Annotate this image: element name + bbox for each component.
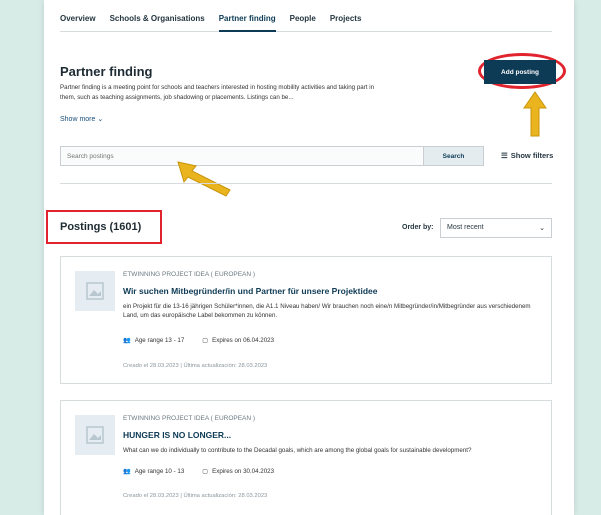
divider	[60, 183, 552, 184]
tab-projects[interactable]: Projects	[330, 10, 362, 32]
posting-text: ein Projekt für die 13-16 jährigen Schül…	[123, 303, 531, 319]
tab-partner-finding[interactable]: Partner finding	[218, 10, 276, 32]
show-filters-button[interactable]: ☰ Show filters	[501, 151, 553, 160]
expires: Expires on 06.04.2023	[212, 336, 275, 344]
arrow-pointer-icon	[523, 91, 547, 137]
page-description: Partner finding is a meeting point for s…	[60, 84, 375, 101]
show-more-link[interactable]: Show more ⌄	[60, 115, 103, 123]
posting-category: ETWINNING PROJECT IDEA ( EUROPEAN )	[123, 415, 256, 422]
chevron-down-icon: ⌄	[97, 116, 104, 123]
tab-overview[interactable]: Overview	[60, 10, 96, 32]
add-posting-button[interactable]: Add posting	[484, 60, 556, 84]
posting-card[interactable]: ETWINNING PROJECT IDEA ( EUROPEAN ) Wir …	[60, 256, 552, 384]
posting-meta: 👥 Age range 10 - 13 ▢ Expires on 30.04.202…	[123, 467, 275, 476]
image-placeholder-icon	[75, 271, 115, 311]
tab-bar: Overview Schools & Organisations Partner…	[60, 10, 552, 32]
search-button[interactable]: Search	[423, 147, 483, 165]
posting-footer: Creado el 28.03.2023 | Última actualizac…	[123, 363, 268, 369]
tab-schools[interactable]: Schools & Organisations	[110, 10, 205, 32]
tab-people[interactable]: People	[290, 10, 316, 32]
posting-meta: 👥 Age range 13 - 17 ▢ Expires on 06.04.202…	[123, 336, 275, 345]
page-title: Partner finding	[60, 64, 153, 79]
postings-count: Postings (1601)	[60, 221, 142, 233]
show-more-label: Show more	[60, 116, 96, 123]
people-icon: 👥	[123, 337, 131, 344]
expires: Expires on 30.04.2023	[212, 467, 275, 475]
calendar-icon: ▢	[202, 467, 209, 475]
main-panel: Overview Schools & Organisations Partner…	[44, 0, 574, 515]
posting-card[interactable]: ETWINNING PROJECT IDEA ( EUROPEAN ) HUNG…	[60, 400, 552, 515]
order-by-value: Most recent	[447, 224, 484, 231]
sliders-icon: ☰	[501, 151, 508, 160]
people-icon: 👥	[123, 468, 131, 475]
image-placeholder-icon	[75, 415, 115, 455]
search-bar: Search	[60, 146, 484, 166]
order-by-label: Order by:	[402, 224, 434, 231]
posting-title[interactable]: HUNGER IS NO LONGER...	[123, 430, 231, 440]
calendar-icon: ▢	[202, 336, 209, 344]
chevron-down-icon: ⌄	[539, 225, 545, 232]
posting-text: What can we do individually to contribut…	[123, 447, 472, 454]
search-input[interactable]	[61, 147, 423, 165]
posting-footer: Creado el 28.03.2023 | Última actualizac…	[123, 493, 268, 499]
age-range: Age range 10 - 13	[134, 467, 185, 475]
posting-title[interactable]: Wir suchen Mitbegründer/in und Partner f…	[123, 286, 378, 296]
show-filters-label: Show filters	[510, 151, 554, 160]
posting-category: ETWINNING PROJECT IDEA ( EUROPEAN )	[123, 271, 256, 278]
order-by-select[interactable]: Most recent ⌄	[440, 218, 552, 238]
age-range: Age range 13 - 17	[134, 336, 185, 344]
